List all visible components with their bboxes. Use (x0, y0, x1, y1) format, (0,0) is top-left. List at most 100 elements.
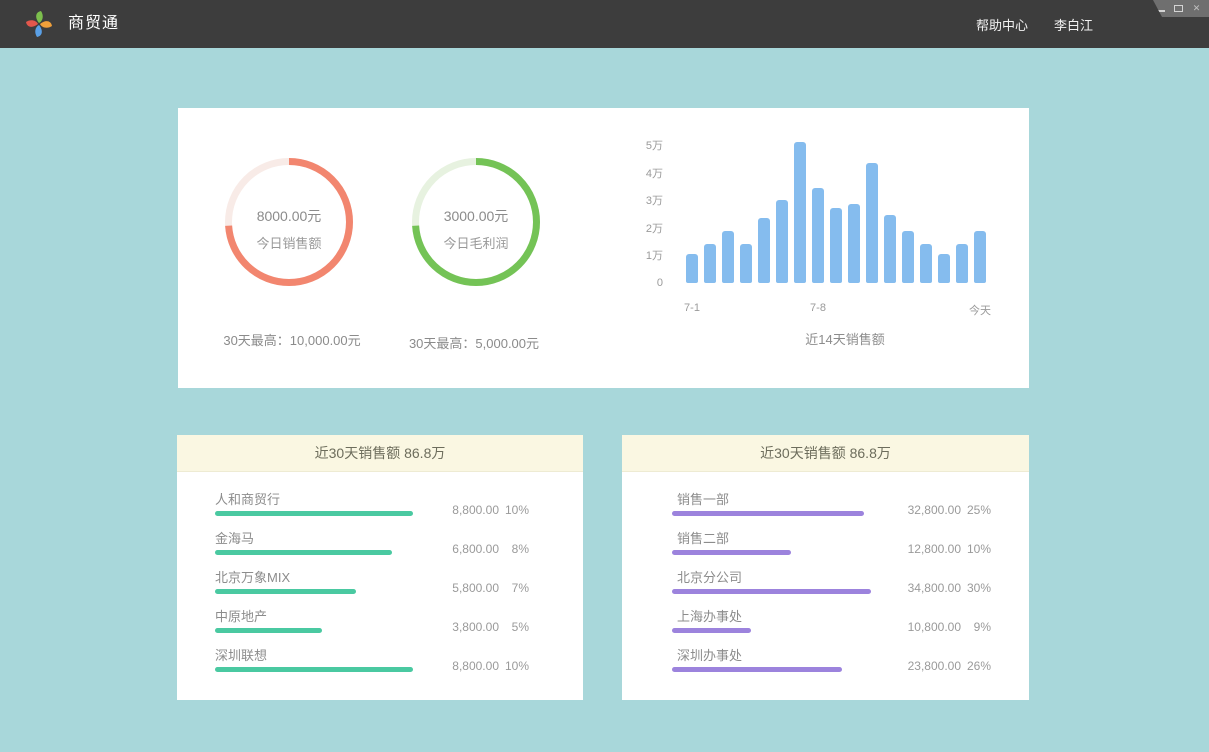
row-values: 32,800.0025% (881, 503, 991, 517)
sales-row: 金海马6,800.008% (215, 530, 583, 569)
row-values: 8,800.0010% (419, 659, 529, 673)
row-values: 5,800.007% (419, 581, 529, 595)
bar (938, 254, 950, 283)
row-amount: 32,800.00 (881, 503, 961, 517)
bar (884, 215, 896, 283)
row-percent: 25% (961, 503, 991, 517)
user-menu[interactable]: 李白江 (1054, 15, 1093, 34)
bar (848, 204, 860, 283)
row-amount: 6,800.00 (419, 542, 499, 556)
close-button[interactable]: ✕ (1191, 0, 1202, 17)
row-values: 12,800.0010% (881, 542, 991, 556)
bar (740, 244, 752, 283)
row-amount: 5,800.00 (419, 581, 499, 595)
bar (920, 244, 932, 283)
sales-row: 中原地产3,800.005% (215, 608, 583, 647)
y-axis-tick: 3万 (633, 192, 663, 208)
row-values: 10,800.009% (881, 620, 991, 634)
row-amount: 23,800.00 (881, 659, 961, 673)
customers-row-list: 人和商贸行8,800.0010%金海马6,800.008%北京万象MIX5,80… (177, 472, 583, 686)
row-values: 34,800.0030% (881, 581, 991, 595)
bar-series (686, 142, 986, 283)
row-percent: 8% (499, 542, 529, 556)
row-percent: 10% (499, 503, 529, 517)
minimize-button[interactable] (1155, 0, 1166, 17)
titlebar-menu: 帮助中心 李白江 (976, 0, 1093, 48)
row-percent: 7% (499, 581, 529, 595)
bar (686, 254, 698, 283)
row-amount: 10,800.00 (881, 620, 961, 634)
bar (812, 188, 824, 283)
row-bar (672, 589, 871, 594)
window-controls: ✕ (1153, 0, 1209, 17)
x-axis-tick: 7-8 (810, 302, 826, 314)
customers-sales-card: 近30天销售额 86.8万 人和商贸行8,800.0010%金海马6,800.0… (177, 435, 583, 700)
bar (974, 231, 986, 283)
row-values: 3,800.005% (419, 620, 529, 634)
app-window: 商贸通 帮助中心 李白江 ✕ 8000.00元 今日销售额 30天最高：10,0… (0, 0, 1209, 752)
sales-row: 上海办事处10,800.009% (672, 608, 1029, 647)
sales-row: 深圳联想8,800.0010% (215, 647, 583, 686)
app-title: 商贸通 (68, 0, 119, 48)
sales-row: 北京分公司34,800.0030% (672, 569, 1029, 608)
today-profit-caption: 30天最高：5,000.00元 (364, 333, 584, 352)
row-bar (215, 628, 322, 633)
today-sales-label: 今日销售额 (225, 233, 353, 252)
row-amount: 3,800.00 (419, 620, 499, 634)
row-percent: 9% (961, 620, 991, 634)
bar (902, 231, 914, 283)
minimize-icon (1157, 10, 1165, 12)
y-axis-tick: 4万 (633, 165, 663, 181)
row-percent: 5% (499, 620, 529, 634)
sales-14d-caption: 近14天销售额 (775, 329, 915, 348)
sales-row: 深圳办事处23,800.0026% (672, 647, 1029, 686)
row-percent: 10% (961, 542, 991, 556)
departments-card-title: 近30天销售额 86.8万 (622, 435, 1029, 472)
row-amount: 34,800.00 (881, 581, 961, 595)
bar (866, 163, 878, 283)
row-amount: 8,800.00 (419, 659, 499, 673)
row-values: 6,800.008% (419, 542, 529, 556)
row-amount: 8,800.00 (419, 503, 499, 517)
departments-sales-card: 近30天销售额 86.8万 销售一部32,800.0025%销售二部12,800… (622, 435, 1029, 700)
sales-row: 北京万象MIX5,800.007% (215, 569, 583, 608)
row-percent: 26% (961, 659, 991, 673)
row-values: 8,800.0010% (419, 503, 529, 517)
today-profit-donut: 3000.00元 今日毛利润 (412, 158, 540, 286)
maximize-button[interactable] (1173, 0, 1184, 17)
sales-row: 销售一部32,800.0025% (672, 491, 1029, 530)
row-bar (672, 628, 751, 633)
row-percent: 10% (499, 659, 529, 673)
y-axis-tick: 5万 (633, 137, 663, 153)
departments-row-list: 销售一部32,800.0025%销售二部12,800.0010%北京分公司34,… (622, 472, 1029, 686)
overview-card: 8000.00元 今日销售额 30天最高：10,000.00元 3000.00元… (178, 108, 1029, 388)
x-axis-tick: 7-1 (684, 302, 700, 314)
y-axis-tick: 2万 (633, 220, 663, 236)
y-axis-tick: 0 (633, 277, 663, 289)
bar (704, 244, 716, 283)
help-center-link[interactable]: 帮助中心 (976, 15, 1028, 34)
bar (776, 200, 788, 283)
row-bar (672, 667, 842, 672)
bar (794, 142, 806, 283)
bar (722, 231, 734, 283)
x-axis-tick: 今天 (969, 302, 991, 318)
row-bar (215, 550, 392, 555)
bar (956, 244, 968, 283)
today-profit-label: 今日毛利润 (412, 233, 540, 252)
bar (830, 208, 842, 283)
row-bar (215, 511, 413, 516)
row-bar (672, 550, 791, 555)
today-profit-value: 3000.00元 (412, 206, 540, 226)
close-icon: ✕ (1193, 4, 1201, 13)
today-sales-donut: 8000.00元 今日销售额 (225, 158, 353, 286)
row-amount: 12,800.00 (881, 542, 961, 556)
y-axis-tick: 1万 (633, 247, 663, 263)
row-values: 23,800.0026% (881, 659, 991, 673)
sales-row: 人和商贸行8,800.0010% (215, 491, 583, 530)
row-bar (215, 589, 356, 594)
sales-row: 销售二部12,800.0010% (672, 530, 1029, 569)
row-bar (215, 667, 413, 672)
customers-card-title: 近30天销售额 86.8万 (177, 435, 583, 472)
maximize-icon (1174, 5, 1183, 12)
